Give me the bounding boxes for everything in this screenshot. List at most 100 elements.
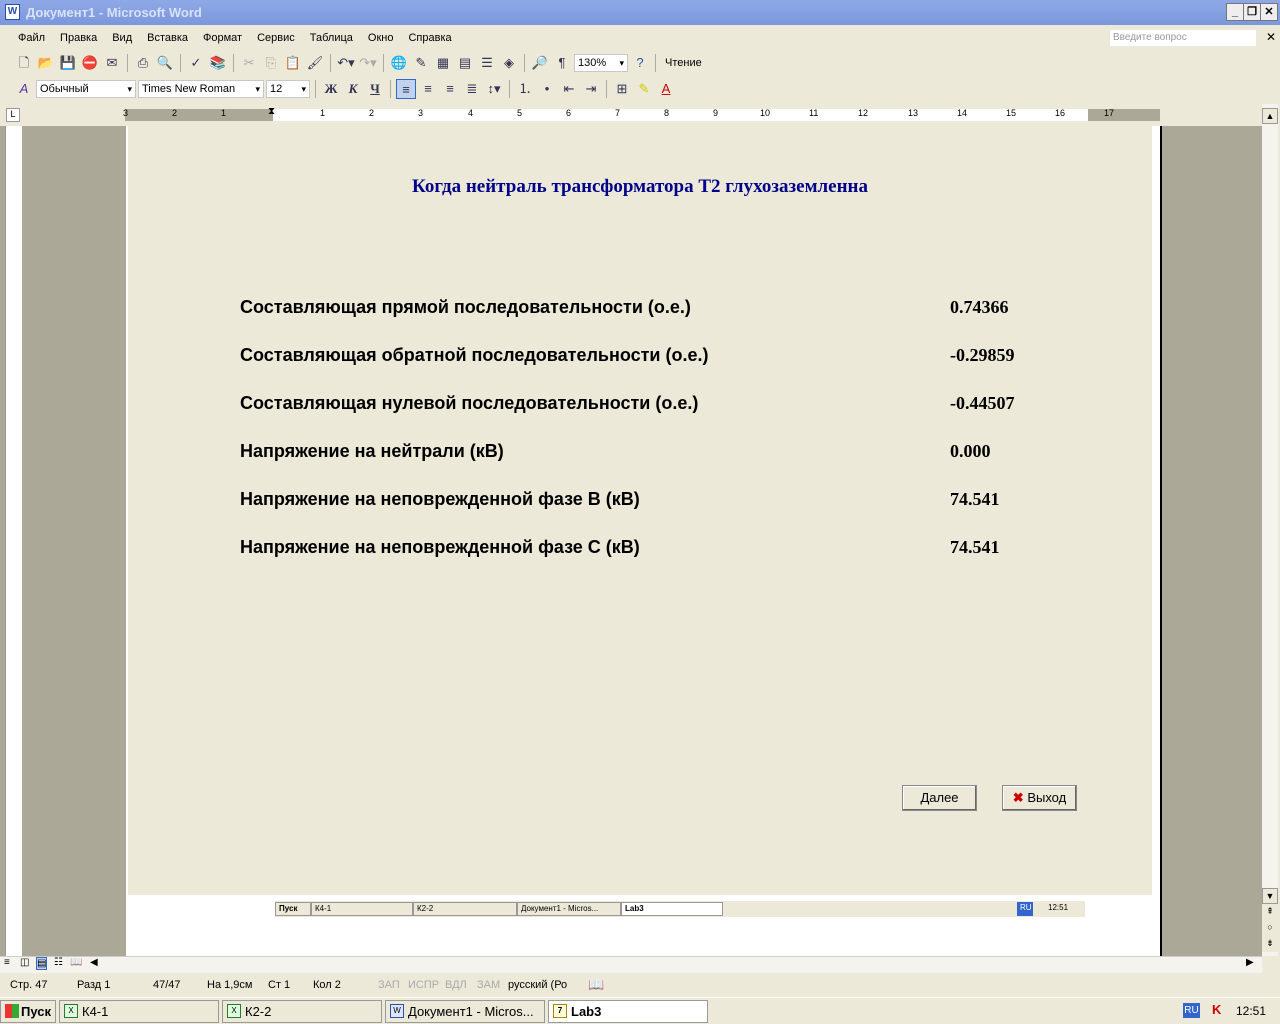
font-select[interactable]: Times New Roman [138,79,264,98]
increase-indent-icon[interactable]: ⇥ [581,79,601,99]
exit-button[interactable]: ✖ Выход [1002,785,1077,811]
task-label: Lab3 [571,1004,602,1019]
antivirus-icon[interactable]: K [1212,1002,1221,1017]
align-right-icon[interactable]: ≡ [440,79,460,99]
undo-icon[interactable]: ↶▾ [336,53,356,73]
line-spacing-icon[interactable]: ↕▾ [484,79,504,99]
label-neutral-voltage: Напряжение на нейтрали (кВ) [240,441,504,461]
insert-excel-icon[interactable]: ▤ [455,53,475,73]
browse-object-button[interactable]: ○ [1262,920,1278,936]
indent-marker[interactable]: ⧗ [268,106,275,117]
reading-button[interactable]: Чтение [661,57,702,69]
next-button[interactable]: Далее [902,785,977,811]
spelling-icon[interactable]: ✓ [186,53,206,73]
restore-button[interactable]: ❐ [1243,3,1261,21]
vertical-scrollbar[interactable]: ▲ ▼ ⇞ ○ ⇟ [1262,104,1278,956]
open-icon[interactable]: 📂 [36,53,56,73]
horizontal-scrollbar[interactable]: ≡ ◫ ▤ ☷ 📖 ◀ ▶ [0,956,1262,973]
style-select[interactable]: Обычный [36,79,136,98]
scroll-down-button[interactable]: ▼ [1262,888,1278,904]
label-zero-sequence: Составляющая нулевой последовательности … [240,393,699,413]
size-select[interactable]: 12 [266,79,310,98]
print-layout-icon[interactable]: ▤ [36,957,48,970]
taskbar-item-word[interactable]: W Документ1 - Micros... [385,1000,545,1023]
research-icon[interactable]: 📚 [208,53,228,73]
copy-icon[interactable]: ⎘ [261,53,281,73]
borders-icon[interactable]: ⊞ [612,79,632,99]
task-label: К2-2 [245,1004,272,1019]
spelling-status-icon[interactable]: 📖 [588,977,604,993]
format-painter-icon[interactable]: 🖌 [305,53,325,73]
taskbar-item-k4-1[interactable]: X К4-1 [59,1000,219,1023]
highlight-icon[interactable]: ✎ [634,79,654,99]
normal-view-icon[interactable]: ≡ [4,957,10,968]
vertical-ruler[interactable] [5,126,22,956]
bullets-icon[interactable]: • [537,79,557,99]
numbering-icon[interactable]: ⒈ [515,79,535,99]
email-icon[interactable]: ✉ [102,53,122,73]
align-left-icon[interactable]: ≡ [396,78,416,99]
save-icon[interactable]: 💾 [58,53,78,73]
permission-icon[interactable]: ⛔ [80,53,100,73]
insert-table-icon[interactable]: ▦ [433,53,453,73]
justify-icon[interactable]: ≣ [462,79,482,99]
columns-icon[interactable]: ☰ [477,53,497,73]
bold-button[interactable]: Ж [321,79,341,99]
tab-selector[interactable]: L [6,108,20,122]
taskbar-item-lab3[interactable]: 7 Lab3 [548,1000,708,1023]
taskbar-item-k2-2[interactable]: X К2-2 [222,1000,382,1023]
menu-window[interactable]: Окно [368,32,394,44]
help-search-input[interactable]: Введите вопрос [1110,30,1256,46]
menu-table[interactable]: Таблица [310,32,353,44]
hyperlink-icon[interactable]: 🌐 [389,53,409,73]
new-icon[interactable]: 🗋 [14,53,34,73]
italic-button[interactable]: К [343,79,363,99]
prev-page-button[interactable]: ⇞ [1262,904,1278,920]
embedded-form-screenshot: Когда нейтраль трансформатора Т2 глухоза… [128,126,1152,895]
status-overtype[interactable]: ЗАМ [477,979,500,991]
tables-borders-icon[interactable]: ✎ [411,53,431,73]
show-formatting-icon[interactable]: ¶ [552,53,572,73]
paste-icon[interactable]: 📋 [283,53,303,73]
drawing-icon[interactable]: ◈ [499,53,519,73]
status-rec[interactable]: ЗАП [378,979,400,991]
language-indicator[interactable]: RU [1183,1003,1200,1018]
menu-tools[interactable]: Сервис [257,32,295,44]
reading-view-icon[interactable]: 📖 [70,957,82,968]
underline-button[interactable]: Ч [365,79,385,99]
document-map-icon[interactable]: 🔎 [530,53,550,73]
close-button[interactable]: ✕ [1260,3,1278,21]
status-page: Стр. 47 [10,979,48,991]
styles-icon[interactable]: A [14,79,34,99]
web-view-icon[interactable]: ◫ [20,957,29,968]
status-track[interactable]: ИСПР [408,979,439,991]
status-extend[interactable]: ВДЛ [445,979,467,991]
scroll-left-button[interactable]: ◀ [90,957,98,968]
help-icon[interactable]: ? [630,53,650,73]
menu-insert[interactable]: Вставка [147,32,188,44]
menu-format[interactable]: Формат [203,32,242,44]
print-preview-icon[interactable]: 🔍 [155,53,175,73]
ruler-label: 8 [664,108,670,118]
horizontal-ruler[interactable]: L 3 2 1 1 2 3 4 5 6 7 8 9 10 11 12 13 14… [0,104,1262,126]
next-page-button[interactable]: ⇟ [1262,936,1278,952]
menu-file[interactable]: Файл [18,32,45,44]
scroll-up-button[interactable]: ▲ [1262,108,1278,124]
cut-icon[interactable]: ✂ [239,53,259,73]
menu-view[interactable]: Вид [112,32,132,44]
print-icon[interactable]: ⎙ [133,53,153,73]
font-color-icon[interactable]: A [656,79,676,99]
outline-view-icon[interactable]: ☷ [54,957,63,968]
minimize-button[interactable]: _ [1226,3,1244,21]
scroll-right-button[interactable]: ▶ [1246,957,1254,968]
ruler-label: 1 [320,108,326,118]
zoom-select[interactable]: 130% [574,53,628,72]
close-doc-icon[interactable]: ✕ [1266,30,1276,44]
decrease-indent-icon[interactable]: ⇤ [559,79,579,99]
align-center-icon[interactable]: ≡ [418,79,438,99]
lab3-icon: 7 [553,1004,567,1018]
menu-help[interactable]: Справка [408,32,451,44]
start-button[interactable]: Пуск [0,1000,56,1023]
menu-edit[interactable]: Правка [60,32,97,44]
redo-icon[interactable]: ↷▾ [358,53,378,73]
